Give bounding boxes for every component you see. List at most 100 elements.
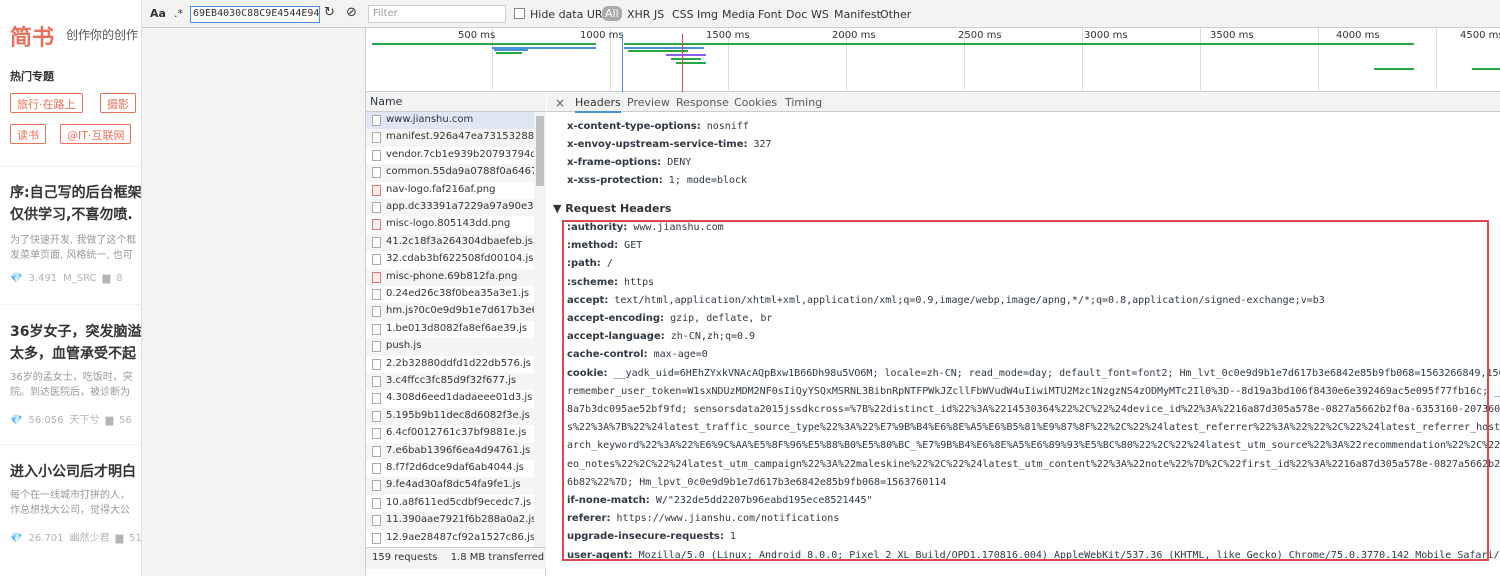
request-row[interactable]: www.jianshu.com xyxy=(366,112,534,130)
filter-media[interactable]: Media xyxy=(722,8,755,21)
search-panel: Aa .* 69EB4030C88C9E4544E94711 ↻ ⊘ xyxy=(142,0,366,576)
article-title[interactable]: 36岁女子，突发脑溢 xyxy=(10,321,141,343)
request-row[interactable]: 7.e6bab1396f6ea4d94761.js xyxy=(366,442,534,460)
request-row[interactable]: 0.24ed26c38f0bea35a3e1.js xyxy=(366,286,534,303)
request-row[interactable]: 2.2b32880ddfd1d22db576.js xyxy=(366,356,534,373)
gem-count: 3.491 xyxy=(28,273,58,284)
waterfall-bar xyxy=(624,43,1414,45)
filter-manifest[interactable]: Manifest xyxy=(834,8,881,21)
tab-response[interactable]: Response xyxy=(676,96,729,109)
request-row[interactable]: manifest.926a47ea73153288043a. xyxy=(366,129,534,147)
grid-line xyxy=(1318,28,1319,92)
regex-button[interactable]: .* xyxy=(174,7,183,20)
article-title[interactable]: 进入小公司后才明白 xyxy=(10,461,136,483)
filter-js[interactable]: JS xyxy=(654,8,664,21)
filter-font[interactable]: Font xyxy=(758,8,782,21)
request-row[interactable]: push.js xyxy=(366,338,534,356)
article-desc: 每个在一线城市打拼的人， xyxy=(10,490,130,501)
request-row[interactable]: 5.195b9b11dec8d6082f3e.js xyxy=(366,407,534,426)
request-row[interactable]: hm.js?0c0e9d9b1e7d617b3e6842. xyxy=(366,303,534,321)
tab-preview[interactable]: Preview xyxy=(627,96,670,109)
request-row[interactable]: 1.be013d8082fa8ef6ae39.js xyxy=(366,321,534,338)
time-label: 2000 ms xyxy=(832,30,876,41)
article-card[interactable]: 序:自己写的后台框架 仅供学习,不喜勿喷. 为了快速开发, 我做了这个框 发菜单… xyxy=(0,166,141,304)
author[interactable]: M_SRC xyxy=(63,273,96,284)
tab-cookies[interactable]: Cookies xyxy=(734,96,777,109)
request-row[interactable]: vendor.7cb1e939b20793794dd6.js xyxy=(366,147,534,164)
hot-topics-title: 热门专题 xyxy=(10,70,54,83)
article-card[interactable]: 进入小公司后才明白 每个在一线城市打拼的人， 作总想找大公司，觉得大公 💎 26.… xyxy=(0,444,141,576)
filter-all[interactable]: All xyxy=(602,6,622,21)
tab-headers[interactable]: Headers xyxy=(575,96,621,113)
filter-other[interactable]: Other xyxy=(880,8,911,21)
author[interactable]: 天下兮 xyxy=(69,415,99,426)
diamond-icon: 💎 xyxy=(10,415,23,426)
request-list: Name www.jianshu.com manifest.926a47ea731… xyxy=(366,92,546,576)
document-file-icon xyxy=(372,410,381,422)
hide-data-urls-checkbox[interactable] xyxy=(514,8,525,19)
request-row[interactable]: nav-logo.faf216af.png xyxy=(366,182,534,199)
diamond-icon: 💎 xyxy=(10,273,23,284)
tab-timing[interactable]: Timing xyxy=(785,96,822,109)
request-row[interactable]: 9.fe4ad30af8dc54fa9fe1.js xyxy=(366,477,534,495)
article-title-cont[interactable]: 太多，血管承受不起 xyxy=(10,343,136,365)
name-column-header[interactable]: Name xyxy=(366,92,546,112)
filter-input[interactable]: Filter xyxy=(368,5,506,23)
match-case-button[interactable]: Aa xyxy=(150,7,166,20)
waterfall-bar xyxy=(666,54,706,56)
status-bar: 159 requests 1.8 MB transferred xyxy=(366,547,546,569)
waterfall-bar xyxy=(671,58,701,60)
author[interactable]: 幽然少君 xyxy=(69,533,109,544)
waterfall-bar xyxy=(628,50,688,52)
request-row[interactable]: 4.308d6eed1dadaeee01d3.js xyxy=(366,390,534,407)
document-file-icon xyxy=(372,132,381,144)
article-title[interactable]: 序:自己写的后台框架 xyxy=(10,182,141,204)
request-row[interactable]: 6.4cf0012761c37bf9881e.js xyxy=(366,425,534,442)
request-row[interactable]: common.55da9a0788f0a6467a2e5 xyxy=(366,164,534,182)
filter-css[interactable]: CSS xyxy=(672,8,694,21)
request-row[interactable]: misc-logo.805143dd.png xyxy=(366,216,534,233)
document-file-icon xyxy=(372,463,381,474)
document-file-icon xyxy=(372,341,381,353)
network-panel: Filter Hide data URLs All XHR JS CSS Img… xyxy=(366,0,1500,576)
request-row[interactable]: 32.cdab3bf622508fd00104.js xyxy=(366,251,534,268)
article-card[interactable]: 36岁女子，突发脑溢 太多，血管承受不起 36岁的孟女士，吃饭时，突 院。到达医… xyxy=(0,304,141,444)
clear-icon[interactable]: ⊘ xyxy=(346,5,357,20)
request-count: 159 requests xyxy=(372,552,438,563)
request-row[interactable]: 41.2c18f3a264304dbaefeb.js xyxy=(366,233,534,252)
tag-travel[interactable]: 旅行·在路上 xyxy=(10,93,83,113)
filter-img[interactable]: Img xyxy=(697,8,718,21)
request-name: 9.fe4ad30af8dc54fa9fe1.js xyxy=(386,479,521,491)
request-row[interactable]: 11.390aae7921f6b288a0a2.js xyxy=(366,512,534,530)
request-row[interactable]: 12.9ae28487cf92a1527c86.js xyxy=(366,530,534,547)
filter-doc[interactable]: Doc xyxy=(786,8,807,21)
request-row[interactable]: 8.f7f2d6dce9daf6ab4044.js xyxy=(366,460,534,477)
load-line xyxy=(682,34,683,92)
grid-line xyxy=(1082,28,1083,92)
article-meta: 💎 26.701 幽然少君 ▆ 51 xyxy=(10,529,141,544)
article-meta: 💎 56.056 天下兮 ▆ 56 xyxy=(10,411,138,426)
document-file-icon xyxy=(372,289,381,300)
tag-it[interactable]: @IT·互联网 xyxy=(60,124,132,144)
tag-photo[interactable]: 摄影 xyxy=(100,93,136,113)
refresh-icon[interactable]: ↻ xyxy=(324,5,335,20)
filter-ws[interactable]: WS xyxy=(811,8,829,21)
request-row[interactable]: 3.c4ffcc3fc85d9f32f677.js xyxy=(366,373,534,391)
request-row[interactable]: misc-phone.69b812fa.png xyxy=(366,268,534,286)
filter-xhr[interactable]: XHR xyxy=(627,8,650,21)
waterfall-bar xyxy=(494,49,528,51)
comment-icon: ▆ xyxy=(115,533,124,544)
tag-reading[interactable]: 读书 xyxy=(10,124,46,144)
scrollbar-thumb[interactable] xyxy=(536,116,544,186)
article-title-cont[interactable]: 仅供学习,不喜勿喷. xyxy=(10,204,133,226)
document-file-icon xyxy=(372,445,381,457)
request-row[interactable]: 10.a8f611ed5cdbf9ecedc7.js xyxy=(366,495,534,512)
search-input[interactable]: 69EB4030C88C9E4544E94711 xyxy=(190,6,320,23)
request-row[interactable]: app.dc33391a7229a97a90e3.js xyxy=(366,199,534,217)
comment-icon: ▆ xyxy=(102,273,111,284)
timeline-overview[interactable]: 500 ms 1000 ms 1500 ms 2000 ms 2500 ms 3… xyxy=(366,28,1500,92)
jianshu-logo[interactable]: 简书 xyxy=(10,20,54,52)
request-headers-section-title[interactable]: ▼ Request Headers xyxy=(553,202,671,215)
close-icon[interactable]: × xyxy=(555,96,565,110)
time-label: 4500 ms xyxy=(1460,30,1500,41)
